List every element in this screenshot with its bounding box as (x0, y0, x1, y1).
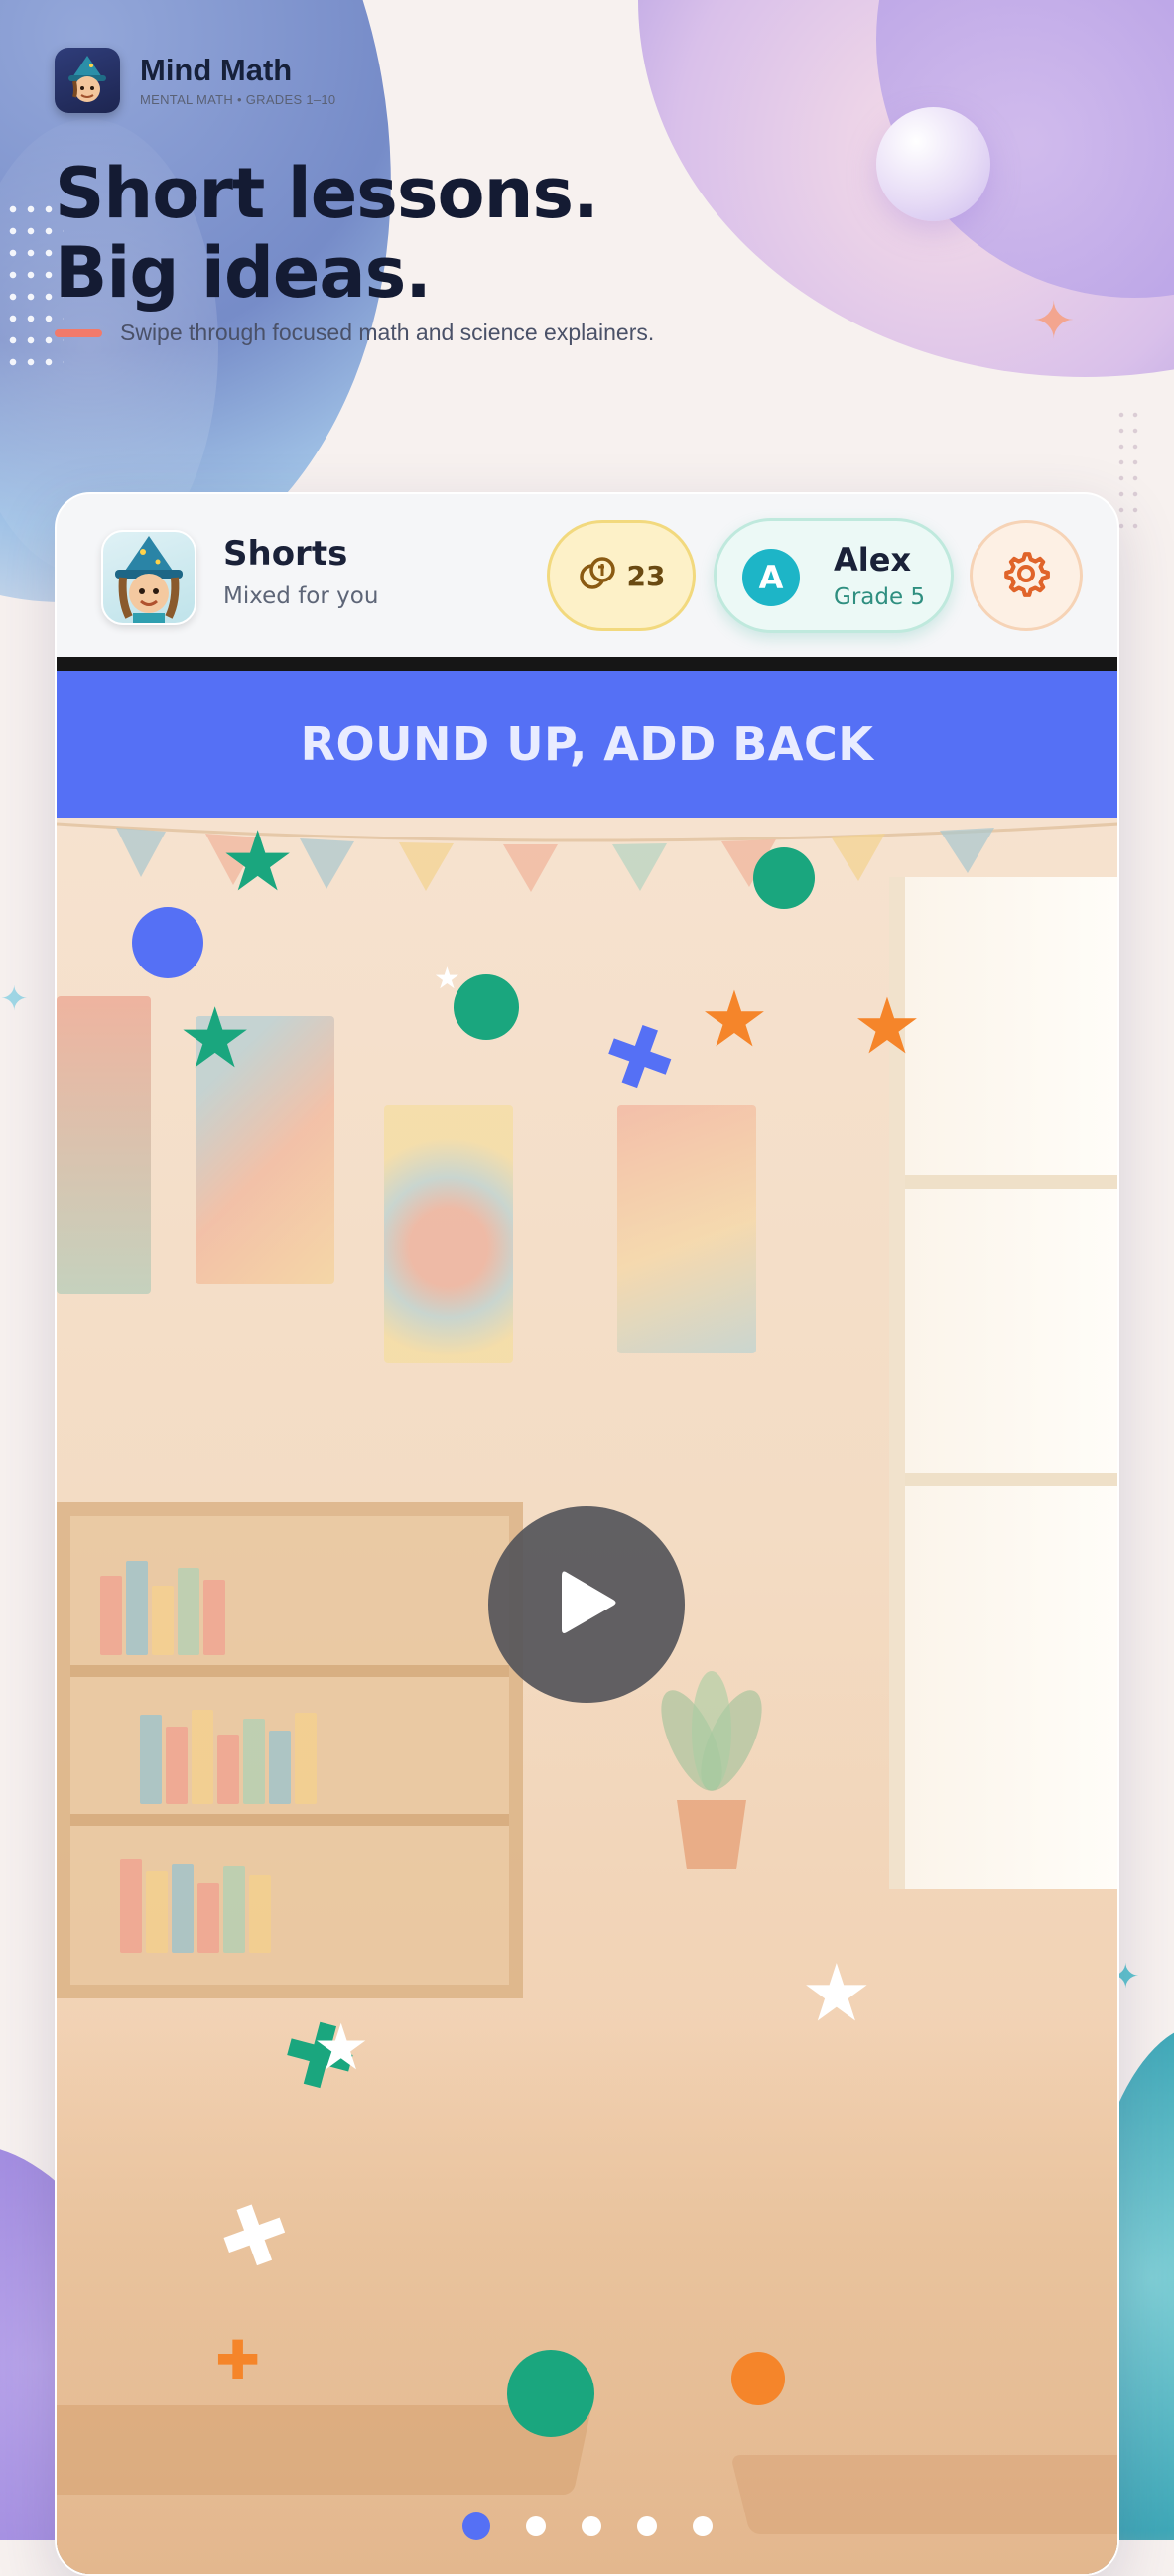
play-icon (552, 1564, 621, 1645)
user-name: Alex (834, 541, 912, 579)
hero-title: Short lessons. Big ideas. (55, 153, 599, 314)
app-tagline: MENTAL MATH • GRADES 1–10 (140, 91, 336, 107)
confetti-star-icon: ★ (801, 1947, 872, 2039)
hero-subtitle-row: Swipe through focused math and science e… (55, 320, 654, 346)
classroom-scene: ★ ★ ★ ✚ ★ ★ ★ ✚ ★ ✚ ✚ (57, 818, 1117, 2574)
wizard-avatar-icon[interactable] (101, 530, 196, 625)
video-title-banner: ROUND UP, ADD BACK (57, 671, 1117, 818)
confetti-star-icon: ★ (434, 962, 460, 996)
page-indicator (57, 2512, 1117, 2540)
screen-subtitle: Mixed for you (223, 583, 379, 609)
settings-button[interactable] (970, 520, 1083, 631)
app-logo-icon (55, 48, 120, 113)
app-name: Mind Math (140, 52, 293, 87)
coin-icon (578, 554, 617, 597)
confetti-star-icon: ★ (220, 818, 296, 910)
poster-decor (57, 996, 151, 1294)
user-avatar: A (742, 549, 800, 606)
page-dot-active[interactable] (461, 2512, 490, 2540)
play-button[interactable] (488, 1506, 685, 1703)
sparkle-icon: ✦ (0, 979, 29, 1019)
screen-title: Shorts (223, 534, 348, 574)
video-title: ROUND UP, ADD BACK (300, 717, 874, 771)
confetti-star-icon: ★ (700, 975, 769, 1065)
page-dot[interactable] (636, 2516, 657, 2536)
confetti-circle-icon (454, 974, 519, 1040)
video-player[interactable]: ROUND UP, ADD BACK ★ ★ ★ ✚ ★ ★ ★ ✚ ★ ✚ ✚ (57, 657, 1117, 2574)
sparkle-icon: ✦ (1032, 292, 1076, 351)
confetti-circle-icon (507, 2350, 594, 2437)
coin-balance[interactable]: 23 (547, 520, 696, 631)
confetti-star-icon: ★ (313, 2011, 370, 2085)
video-top-strip (57, 657, 1117, 671)
user-profile-pill[interactable]: A Alex Grade 5 (714, 518, 954, 633)
dot-pattern (1114, 407, 1144, 536)
desk-decor (57, 2405, 592, 2495)
confetti-cross-icon: ✚ (215, 2329, 261, 2391)
plant-decor (661, 1671, 762, 1869)
window-decor (889, 877, 1117, 1889)
coin-count: 23 (626, 559, 666, 592)
gear-icon (1002, 550, 1050, 601)
confetti-cross-icon: ✚ (589, 999, 690, 1116)
brand-header: Mind Math MENTAL MATH • GRADES 1–10 (55, 48, 335, 113)
decorative-orb (876, 107, 990, 221)
confetti-circle-icon (753, 847, 815, 909)
page-dot[interactable] (525, 2516, 546, 2536)
hero-title-line-1: Short lessons. (55, 153, 599, 234)
hero-title-line-2: Big ideas. (55, 232, 432, 314)
phone-mockup: Shorts Mixed for you 23 A Alex Grade 5 R… (55, 492, 1119, 2576)
confetti-circle-icon (132, 907, 203, 978)
confetti-circle-icon (731, 2352, 785, 2405)
shorts-topbar: Shorts Mixed for you 23 A Alex Grade 5 (57, 494, 1117, 657)
user-grade: Grade 5 (834, 584, 926, 610)
page-dot[interactable] (581, 2516, 601, 2536)
hero-subtitle: Swipe through focused math and science e… (120, 320, 655, 345)
page-dot[interactable] (692, 2516, 713, 2536)
confetti-star-icon: ★ (852, 982, 922, 1072)
poster-decor (384, 1105, 513, 1363)
accent-bar (55, 328, 102, 337)
poster-decor (617, 1105, 756, 1353)
bookshelf-decor (57, 1502, 523, 1998)
confetti-star-icon: ★ (178, 989, 253, 1087)
